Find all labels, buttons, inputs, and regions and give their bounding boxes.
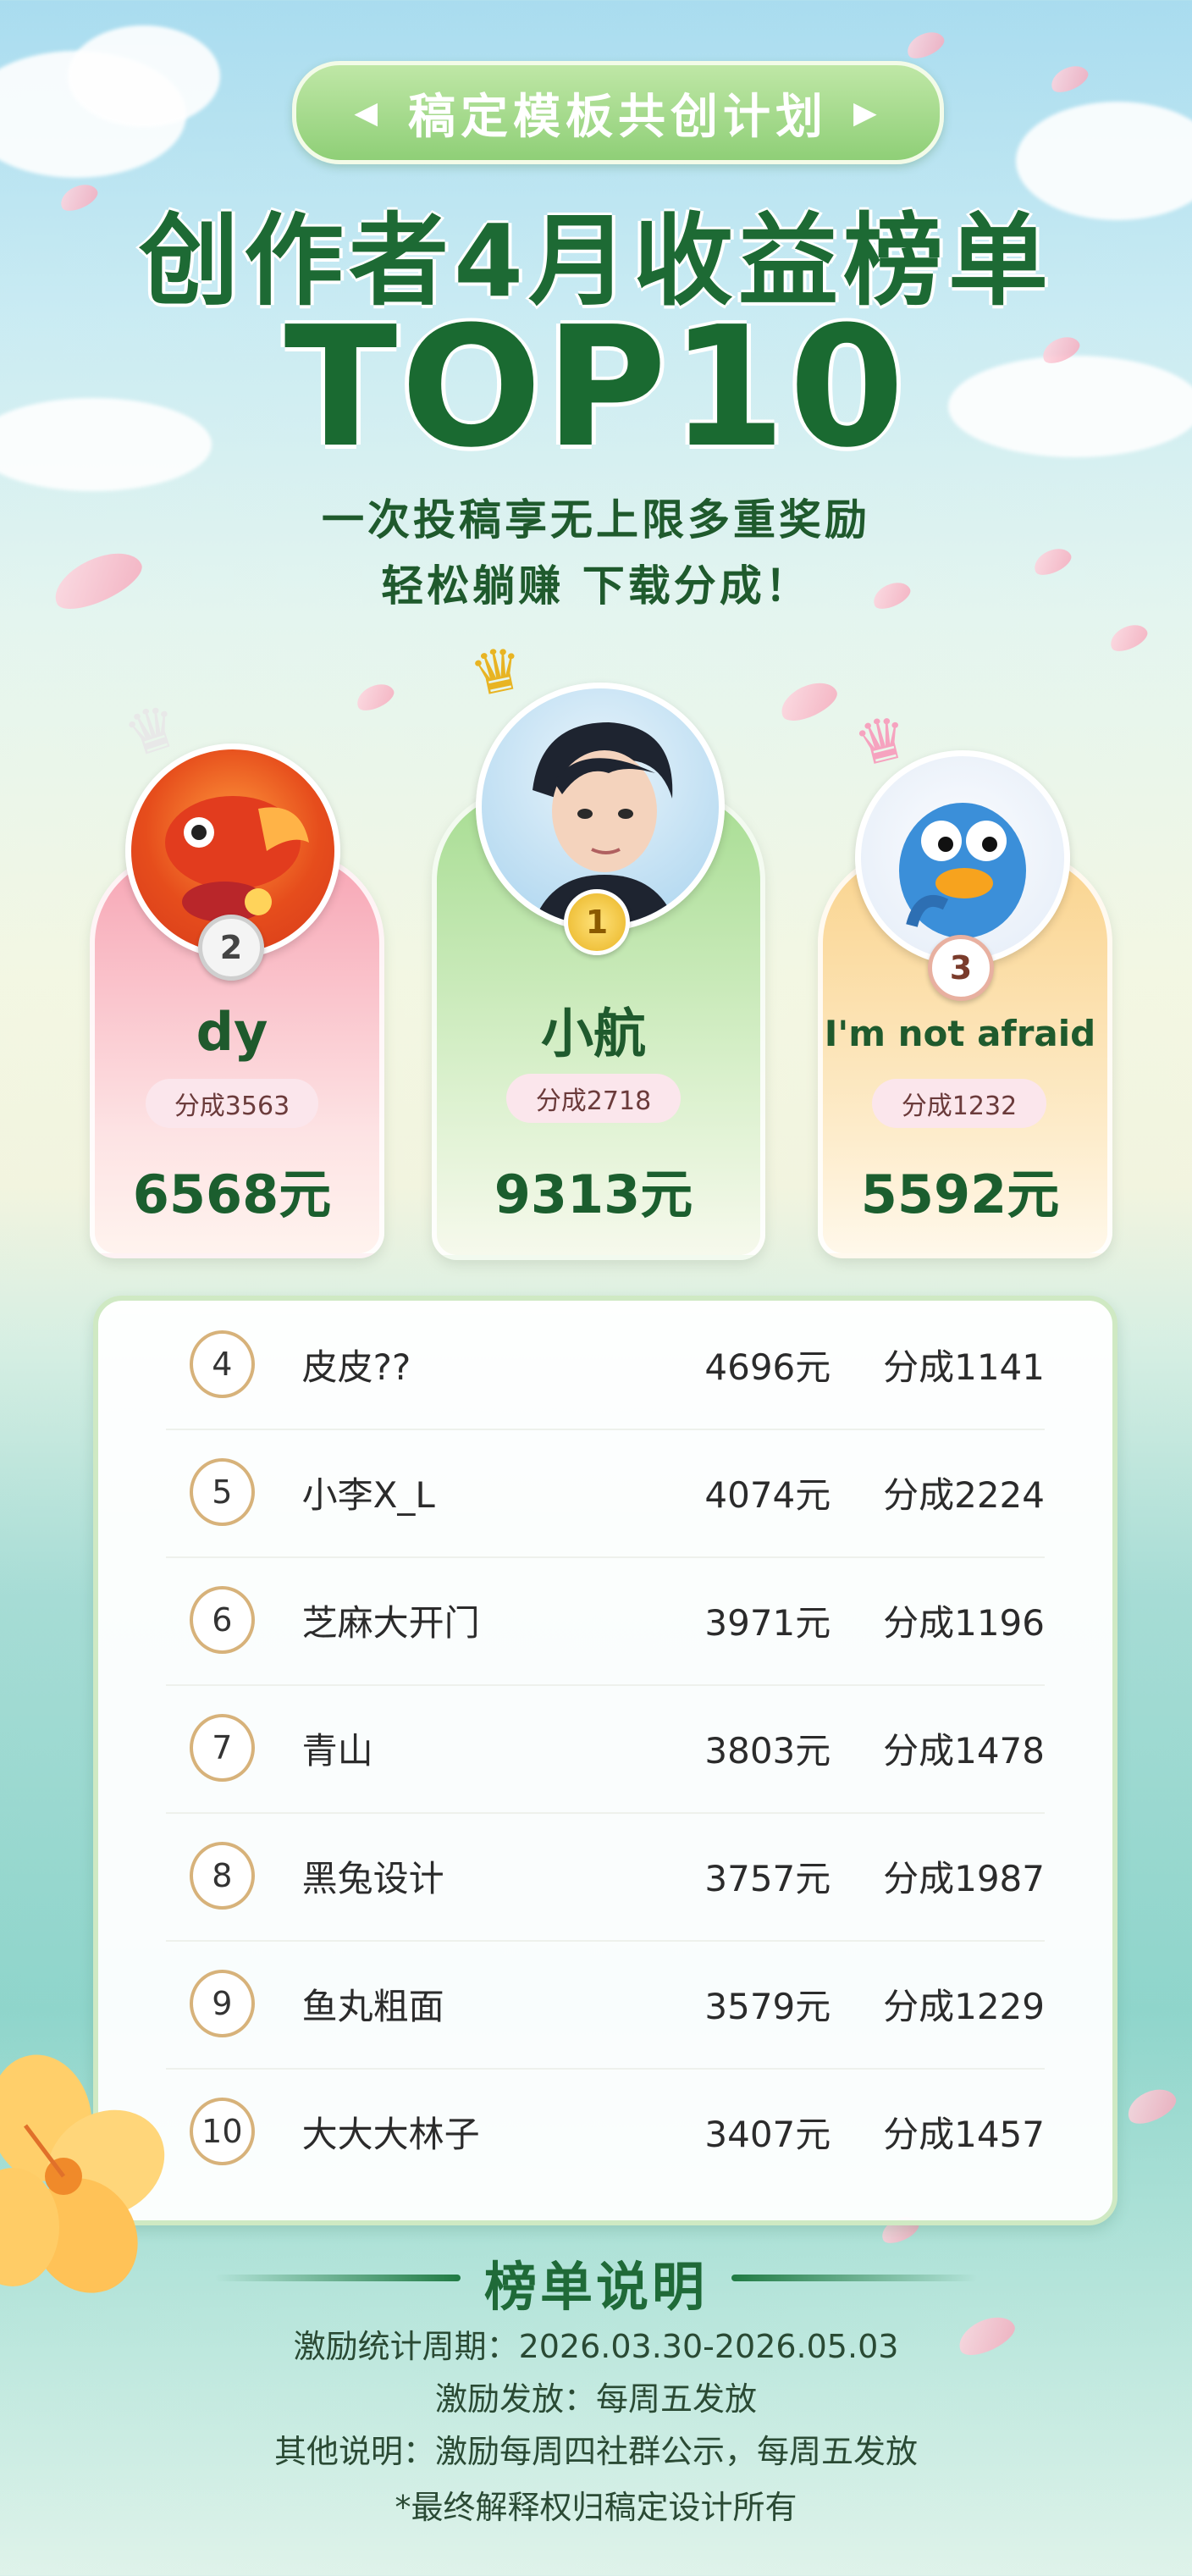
ranking-row: 8 黑兔设计 3757元 分成1987 xyxy=(166,1812,1045,1939)
amount-rank3: 5592元 xyxy=(860,1164,1060,1225)
share-badge-rank1: 分成2718 xyxy=(506,1074,681,1123)
creator-name: 黑兔设计 xyxy=(301,1857,444,1899)
share-count: 分成1141 xyxy=(883,1346,1045,1388)
rank-number: 7 xyxy=(190,1714,255,1782)
notes-payout: 激励发放：每周五发放 xyxy=(434,2380,757,2418)
amount-rank2: 6568元 xyxy=(132,1164,332,1225)
creator-name: 皮皮?? xyxy=(301,1346,411,1388)
creator-name: 芝麻大开门 xyxy=(301,1601,480,1644)
petal-icon xyxy=(1046,60,1092,97)
creator-name: 鱼丸粗面 xyxy=(301,1985,444,2027)
rank-number: 6 xyxy=(190,1586,255,1654)
crown-icon: ♛ xyxy=(847,700,916,782)
ranking-row: 9 鱼丸粗面 3579元 分成1229 xyxy=(166,1940,1045,2067)
petal-icon xyxy=(1106,619,1151,656)
earning-amount: 3757元 xyxy=(704,1857,831,1899)
rank-number: 9 xyxy=(190,1970,255,2037)
notes-period: 激励统计周期：2026.03.30-2026.05.03 xyxy=(293,2328,899,2365)
earning-amount: 4074元 xyxy=(704,1473,831,1516)
ranking-list: 4 皮皮?? 4696元 分成1141 5 小李X_L 4074元 分成2224… xyxy=(93,1296,1118,2225)
rank-medal-1: 1 xyxy=(564,889,630,955)
creator-name: 大大大林子 xyxy=(301,2113,480,2155)
right-arrow-icon: ▶ xyxy=(853,95,882,130)
subtitle-line1: 一次投稿享无上限多重奖励 xyxy=(322,495,870,544)
earning-amount: 3407元 xyxy=(704,2113,831,2155)
rank-number: 5 xyxy=(190,1458,255,1526)
share-count: 分成2224 xyxy=(883,1473,1045,1516)
share-count: 分成1229 xyxy=(883,1985,1045,2027)
rank-number: 10 xyxy=(190,2098,255,2165)
share-count: 分成1196 xyxy=(883,1601,1045,1644)
earning-amount: 4696元 xyxy=(704,1346,831,1388)
cloud-decoration xyxy=(68,25,220,127)
petal-icon xyxy=(775,674,842,728)
subtitle-line2: 轻松躺赚 下载分成！ xyxy=(381,561,811,611)
share-count: 分成1987 xyxy=(883,1857,1045,1899)
notes-title: 榜单说明 xyxy=(483,2256,708,2318)
crown-icon: ♛ xyxy=(464,632,531,711)
share-count: 分成1478 xyxy=(883,1729,1045,1772)
crown-icon: ♛ xyxy=(115,689,188,772)
petal-icon xyxy=(1122,2081,1181,2131)
rank-medal-3: 3 xyxy=(928,935,994,1001)
rank-medal-2: 2 xyxy=(198,915,264,981)
ranking-row: 6 芝麻大开门 3971元 分成1196 xyxy=(166,1556,1045,1683)
petal-icon xyxy=(902,26,948,64)
share-badge-rank3: 分成1232 xyxy=(872,1079,1046,1128)
podium-name-rank3: I'm not afraid xyxy=(824,1013,1096,1054)
notes-disclaimer: *最终解释权归稿定设计所有 xyxy=(395,2489,797,2526)
earning-amount: 3971元 xyxy=(704,1601,831,1644)
page-title-top10: TOP10 xyxy=(284,291,908,484)
podium-name-rank2: dy xyxy=(196,1001,268,1063)
podium-name-rank1: 小航 xyxy=(540,1003,646,1064)
ranking-row: 5 小李X_L 4074元 分成2224 xyxy=(166,1429,1045,1556)
creator-name: 青山 xyxy=(301,1729,373,1772)
share-badge-rank2: 分成3563 xyxy=(146,1079,318,1128)
creator-name: 小李X_L xyxy=(301,1473,435,1516)
pill-label: 稿定模板共创计划 xyxy=(408,89,828,145)
ranking-row: 7 青山 3803元 分成1478 xyxy=(166,1684,1045,1811)
campaign-pill: ◀ 稿定模板共创计划 ▶ xyxy=(292,61,944,164)
ranking-row: 10 大大大林子 3407元 分成1457 xyxy=(166,2068,1045,2195)
earning-amount: 3803元 xyxy=(704,1729,831,1772)
ranking-row: 4 皮皮?? 4696元 分成1141 xyxy=(166,1301,1045,1428)
earning-amount: 3579元 xyxy=(704,1985,831,2027)
petal-icon xyxy=(352,678,398,716)
rank-number: 4 xyxy=(190,1330,255,1398)
rank-number: 8 xyxy=(190,1842,255,1910)
share-count: 分成1457 xyxy=(883,2113,1045,2155)
amount-rank1: 9313元 xyxy=(494,1164,693,1225)
avatar-rank3 xyxy=(855,750,1070,965)
notes-other: 其他说明：激励每周四社群公示，每周五发放 xyxy=(273,2433,918,2470)
left-arrow-icon: ◀ xyxy=(354,95,383,130)
